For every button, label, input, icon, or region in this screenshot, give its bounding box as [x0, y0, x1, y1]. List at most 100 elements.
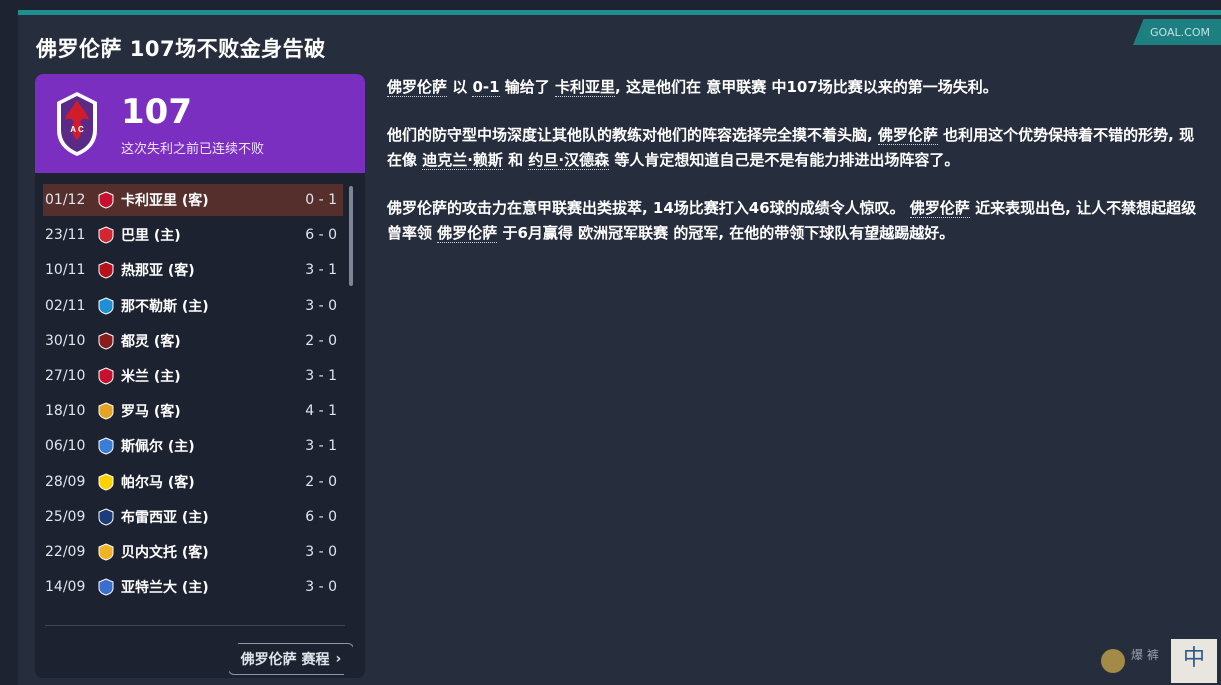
result-score: 3 - 1: [305, 438, 337, 455]
club-crest-icon: [97, 543, 115, 561]
article-link[interactable]: 约旦·汉德森: [528, 151, 610, 170]
result-date: 25/09: [45, 508, 86, 525]
club-crest-icon: [97, 402, 115, 420]
result-row[interactable]: 23/11 巴里 (主) 6 - 0: [43, 219, 343, 251]
article-text: 输给了: [499, 78, 556, 96]
result-score: 3 - 0: [305, 297, 337, 314]
article-text: 欧洲冠军联赛: [578, 224, 669, 242]
source-tag: GOAL.COM: [1133, 19, 1221, 45]
result-score: 2 - 0: [305, 473, 337, 490]
result-date: 02/11: [45, 297, 86, 314]
article-link[interactable]: 佛罗伦萨: [909, 199, 970, 218]
article-text: 于6月赢得: [497, 224, 579, 242]
article-link[interactable]: 迪克兰·赖斯: [422, 151, 503, 170]
article: 佛罗伦萨 以 0-1 输给了 卡利亚里, 这是他们在 意甲联赛 中107场比赛以…: [387, 75, 1207, 269]
article-text: 等人肯定想知道自己是不是有能力排进出场阵容了。: [609, 151, 960, 169]
result-score: 3 - 0: [305, 544, 337, 560]
result-row[interactable]: 01/12 卡利亚里 (客) 0 - 1: [43, 184, 343, 216]
result-score: 0 - 1: [305, 192, 337, 208]
article-text: 曾率领: [387, 224, 438, 242]
club-crest-icon: [97, 508, 115, 526]
club-crest-icon: [97, 367, 115, 385]
fixtures-button-label: 佛罗伦萨 赛程: [240, 652, 330, 668]
result-row[interactable]: 18/10 罗马 (客) 4 - 1: [43, 395, 343, 427]
result-row[interactable]: 02/11 那不勒斯 (主) 3 - 0: [43, 290, 343, 322]
svg-text:爆 裤: 爆 裤: [1131, 648, 1159, 662]
result-row[interactable]: 27/10 米兰 (主) 3 - 1: [43, 360, 343, 392]
article-link[interactable]: 卡利亚里: [555, 78, 616, 97]
article-link[interactable]: 佛罗伦萨: [437, 224, 498, 243]
result-score: 6 - 0: [305, 508, 337, 525]
result-score: 6 - 0: [305, 227, 337, 244]
result-team: 斯佩尔 (主): [121, 439, 195, 456]
result-score: 3 - 1: [305, 368, 337, 384]
result-date: 30/10: [45, 332, 86, 349]
news-panel: 佛罗伦萨 107场不败金身告破 GOAL.COM A C 107 这次失利之前已…: [18, 10, 1221, 685]
club-crest-icon: [97, 332, 115, 350]
page-title: 佛罗伦萨 107场不败金身告破: [36, 37, 326, 61]
result-date: 23/11: [45, 227, 86, 244]
result-row[interactable]: 30/10 都灵 (客) 2 - 0: [43, 325, 343, 357]
results-list[interactable]: 01/12 卡利亚里 (客) 0 - 1 23/11 巴里 (主) 6 - 0 10/11 热…: [43, 184, 345, 624]
result-score: 2 - 0: [305, 332, 337, 349]
result-score: 3 - 0: [305, 579, 337, 596]
club-crest-icon: [97, 226, 115, 244]
result-score: 3 - 1: [305, 262, 337, 279]
result-date: 14/09: [45, 579, 86, 596]
article-text: 近来表现出色, 让人不禁想起超级: [969, 199, 1197, 217]
result-row[interactable]: 25/09 布雷西亚 (主) 6 - 0: [43, 501, 343, 533]
result-row[interactable]: 10/11 热那亚 (客) 3 - 1: [43, 254, 343, 286]
article-paragraph-2: 他们的防守型中场深度让其他队的教练对他们的阵容选择完全摸不着头脑, 佛罗伦萨 也…: [387, 123, 1207, 173]
result-team: 米兰 (主): [121, 369, 181, 385]
article-text: 的攻击力在意甲联赛出类拔萃, 14场比赛打入46球的成绩令人惊叹。: [447, 199, 910, 217]
club-crest-icon: [97, 261, 115, 279]
svg-text:中: 中: [1183, 646, 1205, 671]
article-text: 以: [447, 78, 473, 96]
scrollbar[interactable]: [349, 186, 353, 286]
streak-card: A C 107 这次失利之前已连续不败 01/12 卡利亚里 (客) 0 - 1 23…: [35, 74, 365, 678]
club-crest-icon: [97, 578, 115, 596]
club-crest-icon: [97, 191, 115, 209]
result-team: 帕尔马 (客): [121, 474, 195, 491]
club-crest-icon: [97, 473, 115, 491]
result-team: 卡利亚里 (客): [121, 193, 209, 209]
result-date: 22/09: [45, 544, 86, 560]
article-text: 的冠军, 在他的带领下球队有望越踢越好。: [668, 224, 955, 242]
result-team: 布雷西亚 (主): [121, 509, 209, 526]
result-row[interactable]: 28/09 帕尔马 (客) 2 - 0: [43, 466, 343, 498]
article-link[interactable]: 0-1: [472, 78, 500, 97]
article-link[interactable]: 佛罗伦萨: [387, 78, 448, 97]
result-team: 都灵 (客): [121, 333, 181, 350]
fiorentina-crest-icon: A C: [57, 92, 97, 156]
club-crest-icon: [97, 437, 115, 455]
result-date: 10/11: [45, 262, 86, 279]
svg-text:A C: A C: [70, 125, 84, 134]
article-link[interactable]: 佛罗伦萨: [877, 126, 938, 145]
article-text: 佛罗伦萨: [387, 199, 448, 217]
article-text: 意甲联赛: [706, 78, 767, 96]
result-team: 巴里 (主): [121, 228, 181, 245]
result-team: 亚特兰大 (主): [121, 580, 209, 597]
fixtures-button[interactable]: 佛罗伦萨 赛程 ›: [228, 643, 354, 675]
result-team: 热那亚 (客): [121, 263, 195, 280]
result-score: 4 - 1: [305, 403, 337, 420]
result-team: 那不勒斯 (主): [121, 298, 209, 315]
watermark-logo: 爆 裤 中: [1101, 639, 1217, 683]
chevron-right-icon: ›: [335, 651, 342, 667]
result-team: 贝内文托 (客): [121, 545, 209, 561]
result-date: 28/09: [45, 473, 86, 490]
result-date: 18/10: [45, 403, 86, 420]
result-date: 01/12: [45, 192, 86, 208]
result-date: 27/10: [45, 368, 86, 384]
club-crest-icon: [97, 297, 115, 315]
article-text: 他们的防守型中场深度让其他队的教练对他们的阵容选择完全摸不着头脑,: [387, 126, 878, 144]
article-paragraph-3: 佛罗伦萨的攻击力在意甲联赛出类拔萃, 14场比赛打入46球的成绩令人惊叹。 佛罗…: [387, 196, 1207, 246]
article-text: , 这是他们在: [615, 78, 707, 96]
streak-caption: 这次失利之前已连续不败: [121, 142, 265, 157]
article-text: 和: [502, 151, 529, 169]
result-row[interactable]: 06/10 斯佩尔 (主) 3 - 1: [43, 430, 343, 462]
divider: [45, 625, 345, 626]
result-row[interactable]: 22/09 贝内文托 (客) 3 - 0: [43, 536, 343, 568]
result-row[interactable]: 14/09 亚特兰大 (主) 3 - 0: [43, 571, 343, 603]
streak-hero: A C 107 这次失利之前已连续不败: [35, 74, 365, 173]
